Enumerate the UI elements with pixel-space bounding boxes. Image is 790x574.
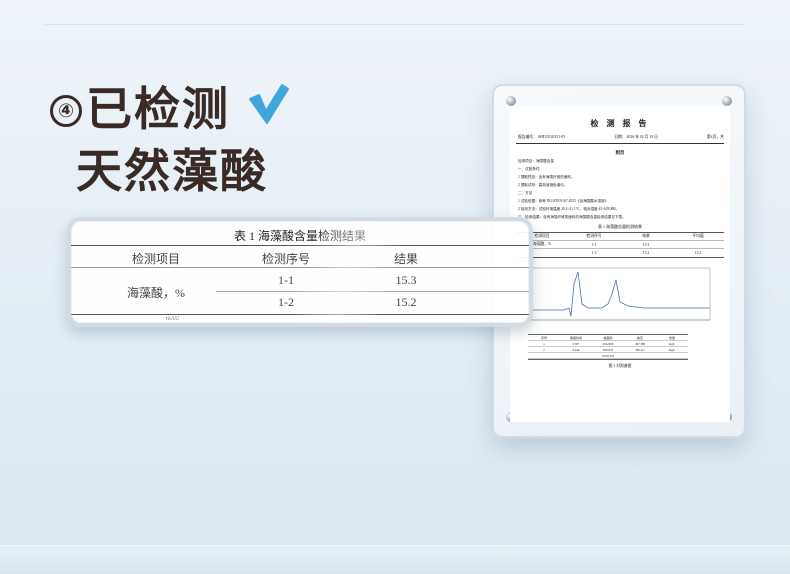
report-line: 1 试验依据：参考 DG/ATEA167-2025《含海藻酸水溶液》 (518, 199, 609, 203)
report-table-seq: 1-2 (591, 251, 597, 255)
peak-cell: 4542286 (602, 341, 614, 346)
peak-cell: 10501318 (602, 353, 614, 358)
step-number-badge: ④ (50, 95, 82, 127)
report-table-caption: 表 1 海藻酸含量检测结果 (598, 224, 642, 229)
report-table-row: 1-2 15.2 15.2 (516, 249, 724, 257)
peak-cell: 9.446 (572, 347, 580, 352)
row-2-result: 15.2 (395, 295, 417, 309)
report-table-header-cell: 检测序号 (586, 234, 602, 238)
report-line: 2 检测方法：试验环境温度 20.2~21.1℃，相对湿度 45~62%RH。 (518, 207, 620, 211)
table-bottom-rule (71, 314, 529, 315)
peak-cell: 5955032 (602, 347, 614, 352)
peak-cell: mg/L (668, 341, 676, 346)
peak-cell: 序号 (540, 335, 547, 340)
report-table-header: 检测项目 检测序号 结果 平均值 (516, 233, 724, 241)
headline-title: 已检测 (86, 82, 230, 136)
headline-subtitle: 天然藻酸 (76, 144, 268, 198)
bottom-panel (0, 545, 790, 574)
magnified-results-table: 表 1 海藻酸含量检测结果 检测项目 检测序号 结果 海藻酸，% 1-1 15.… (67, 217, 533, 327)
peak-cell: 497.388 (635, 341, 645, 346)
header-result: 结果 (393, 252, 418, 266)
test-report-document: 检 测 报 告 报告编号： SHF25120151-03 日期： 2026 年 … (510, 106, 730, 422)
check-icon (244, 81, 290, 131)
row-1-result: 15.3 (395, 273, 417, 287)
table-header-rule (71, 267, 529, 268)
peak-cell: 保留时间 (569, 335, 582, 340)
report-line: 检测项目：海藻酸含量 (518, 159, 554, 163)
report-line: 1 提取样品：含有海藻纤维的面料。 (518, 175, 575, 179)
peak-cell: mg/L (668, 347, 676, 352)
magnified-footer-text: mAU (166, 316, 180, 322)
report-table-row: 海藻酸，% 1-1 15.3 (516, 241, 724, 249)
chromatogram-figure (529, 267, 711, 321)
report-subtitle: 附页 (615, 150, 625, 155)
row-2-seq: 1-2 (278, 295, 294, 309)
report-table-result: 15.2 (642, 251, 650, 255)
figure-caption: 图 1 对照谱图 (608, 364, 632, 368)
report-line: 一、试验条件 (518, 167, 540, 171)
screw-icon (506, 96, 516, 106)
report-page: 第4页，共 (706, 135, 724, 139)
table-top-rule (71, 245, 529, 246)
header-seq: 检测序号 (261, 252, 310, 266)
report-table-seq: 1-1 (591, 242, 597, 247)
item-label: 海藻酸，% (127, 286, 185, 300)
peak-cell: 含量 (668, 335, 675, 340)
report-table-avg: 15.2 (694, 251, 702, 255)
peak-table-row: 10501318 (528, 353, 688, 359)
report-line: 二、方法 (518, 191, 533, 195)
peak-table: 序号 保留时间 峰面积 峰高 含量 1 5.387 4542286 497.38… (528, 334, 688, 360)
table-row-rule (216, 291, 529, 292)
headline: ④ 已检测 天然藻酸 (50, 78, 290, 202)
report-table-header-cell: 结果 (642, 234, 650, 238)
row-1-seq: 1-1 (278, 273, 294, 287)
peak-cell: 2 (543, 347, 545, 352)
report-date: 日期： 2026 年 02 月 10 日 (614, 135, 658, 139)
peak-cell: 396.111 (635, 347, 645, 352)
report-results-table: 检测项目 检测序号 结果 平均值 海藻酸，% 1-1 15.3 1-2 15.2… (516, 232, 724, 258)
report-table-header-cell: 平均值 (692, 234, 704, 238)
headline-line-1: ④ 已检测 (50, 78, 290, 140)
top-divider (45, 24, 745, 25)
report-table-result: 15.3 (642, 242, 650, 247)
report-rule (516, 143, 724, 144)
peak-cell: 峰高 (636, 335, 643, 340)
header-item: 检测项目 (131, 252, 180, 266)
peak-cell: 峰面积 (603, 335, 613, 340)
report-line: 三、检测结果：含有海藻纤维的面料的海藻酸含量检测结果见下表。 (518, 215, 626, 219)
report-title: 检 测 报 告 (590, 119, 650, 128)
magnified-table-caption: 表 1 海藻酸含量检测结果 (233, 229, 366, 243)
peak-cell: 1 (543, 341, 545, 346)
screw-icon (722, 96, 732, 106)
report-line: 2 提取试剂：高效液相色谱仪。 (518, 183, 568, 187)
report-number: 报告编号： SHF25120151-03 (518, 135, 566, 139)
peak-cell: 5.387 (572, 341, 580, 346)
report-meta: 报告编号： SHF25120151-03 日期： 2026 年 02 月 10 … (510, 129, 730, 140)
